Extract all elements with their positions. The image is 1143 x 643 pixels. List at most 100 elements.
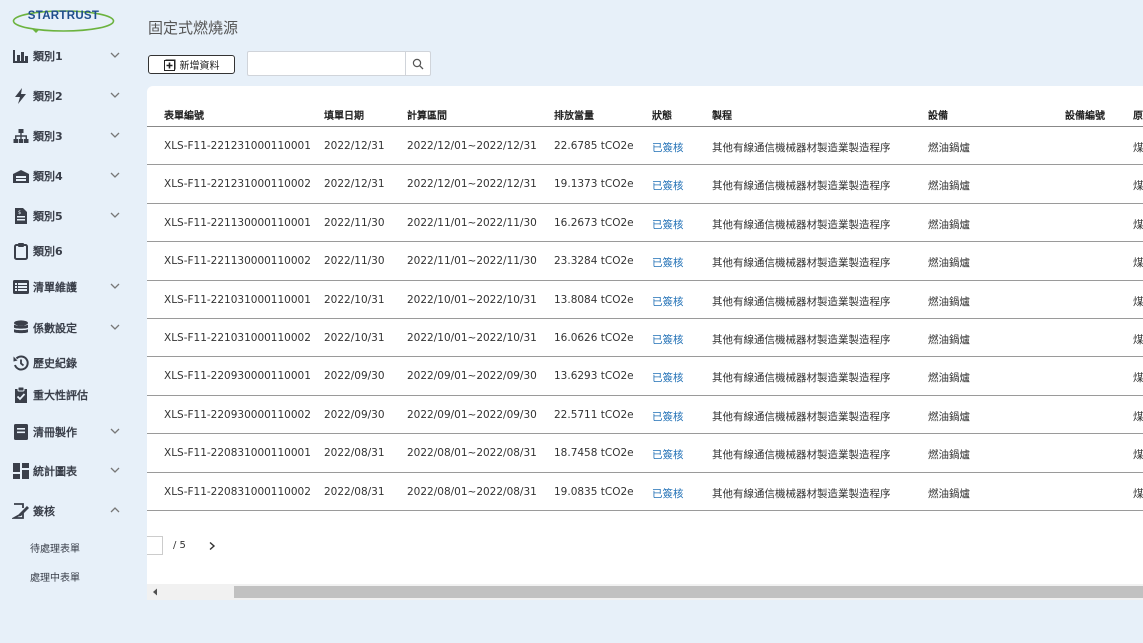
chevron-up-icon[interactable] xyxy=(110,505,120,515)
warehouse-icon xyxy=(12,167,30,185)
col-fill-date[interactable]: 填單日期 xyxy=(324,107,364,122)
cell-status[interactable]: 已簽核 xyxy=(652,486,684,501)
sidebar-item-3[interactable]: 類別3 xyxy=(12,124,130,148)
table-row[interactable]: XLS-F11-221130000110001 2022/11/30 2022/11… xyxy=(147,204,1143,243)
dashboard-icon xyxy=(12,462,30,480)
cell-source: 煤 xyxy=(1133,372,1143,385)
sidebar-item-label: 重大性評估 xyxy=(33,389,88,402)
table-row[interactable]: XLS-F11-221231000110002 2022/12/31 2022/12… xyxy=(147,165,1143,204)
chevron-down-icon[interactable] xyxy=(110,130,120,140)
cell-source: 煤 xyxy=(1133,449,1143,462)
scrollbar-thumb[interactable] xyxy=(234,586,1143,598)
cell-status[interactable]: 已簽核 xyxy=(652,294,684,309)
sidebar-item-label: 簽核 xyxy=(33,505,55,518)
cell-calc-period: 2022/12/01~2022/12/31 xyxy=(407,178,537,191)
book-icon xyxy=(12,423,30,441)
cell-form-number: XLS-F11-220831000110001 xyxy=(164,447,311,460)
table-row[interactable]: XLS-F11-220930000110002 2022/09/30 2022/09… xyxy=(147,396,1143,435)
col-process[interactable]: 製程 xyxy=(712,107,732,122)
startrust-logo[interactable]: STARTRUST xyxy=(12,8,115,34)
sidebar-item-label: 係數設定 xyxy=(33,322,77,335)
cell-equipment: 燃油鍋爐 xyxy=(928,295,970,308)
lightning-icon xyxy=(12,87,30,105)
cell-equipment: 燃油鍋爐 xyxy=(928,334,970,346)
chevron-down-icon[interactable] xyxy=(110,426,120,436)
col-equipment[interactable]: 設備 xyxy=(928,107,948,122)
sidebar-item-6[interactable]: 類別6 xyxy=(12,239,130,263)
sidebar-item-13[interactable]: 簽核 xyxy=(12,499,130,523)
cell-status[interactable]: 已簽核 xyxy=(652,332,684,347)
horizontal-scrollbar[interactable] xyxy=(147,584,1143,600)
sidebar-subitem-pending-forms[interactable]: 待處理表單 xyxy=(30,540,80,555)
col-form-number[interactable]: 表單編號 xyxy=(164,107,204,122)
cell-status[interactable]: 已簽核 xyxy=(652,255,684,270)
chevron-down-icon[interactable] xyxy=(110,50,120,60)
sidebar-item-9[interactable]: 歷史紀錄 xyxy=(12,351,130,375)
table-row[interactable]: XLS-F11-221031000110001 2022/10/31 2022/10… xyxy=(147,281,1143,319)
cell-form-number: XLS-F11-221031000110002 xyxy=(164,332,311,344)
cell-fill-date: 2022/09/30 xyxy=(324,408,385,421)
add-data-button[interactable]: 新增資料 xyxy=(148,55,235,74)
sidebar-item-2[interactable]: 類別2 xyxy=(12,84,130,108)
sidebar-item-1[interactable]: 類別1 xyxy=(12,44,130,68)
col-calc-period[interactable]: 計算區間 xyxy=(407,107,447,122)
cell-fill-date: 2022/12/31 xyxy=(324,178,385,191)
sidebar-item-10[interactable]: 重大性評估 xyxy=(12,383,130,407)
sidebar-item-8[interactable]: 係數設定 xyxy=(12,316,130,340)
cell-equipment: 燃油鍋爐 xyxy=(928,449,970,462)
cell-status[interactable]: 已簽核 xyxy=(652,409,684,424)
cell-calc-period: 2022/09/01~2022/09/30 xyxy=(407,408,537,421)
page-title: 固定式燃燒源 xyxy=(148,19,239,37)
chevron-down-icon[interactable] xyxy=(110,281,120,291)
cell-emission: 18.7458 tCO2e xyxy=(554,447,634,460)
table-row[interactable]: XLS-F11-221130000110002 2022/11/30 2022/11… xyxy=(147,242,1143,281)
add-data-label: 新增資料 xyxy=(179,61,220,72)
chevron-down-icon[interactable] xyxy=(110,322,120,332)
cell-status[interactable]: 已簽核 xyxy=(652,140,684,155)
cell-process: 其他有線通信機械器材製造業製造程序 xyxy=(712,142,891,154)
sidebar-item-label: 類別3 xyxy=(33,130,63,143)
table-row[interactable]: XLS-F11-220930000110001 2022/09/30 2022/09… xyxy=(147,357,1143,396)
search-icon xyxy=(412,58,424,69)
cell-emission: 19.0835 tCO2e xyxy=(554,485,634,498)
cell-calc-period: 2022/10/01~2022/10/31 xyxy=(407,332,537,344)
table-row[interactable]: XLS-F11-220831000110001 2022/08/31 2022/08… xyxy=(147,434,1143,473)
search-box xyxy=(247,51,431,76)
scroll-left-icon[interactable] xyxy=(151,588,159,596)
col-equipment-id[interactable]: 設備編號 xyxy=(1065,107,1105,122)
col-emission[interactable]: 排放當量 xyxy=(554,107,594,122)
cell-status[interactable]: 已簽核 xyxy=(652,447,684,462)
cell-process: 其他有線通信機械器材製造業製造程序 xyxy=(712,257,891,270)
history-icon xyxy=(12,354,30,372)
sidebar-item-12[interactable]: 統計圖表 xyxy=(12,459,130,483)
sidebar-subitem-processing-forms[interactable]: 處理中表單 xyxy=(30,569,80,584)
chevron-down-icon[interactable] xyxy=(110,210,120,220)
cell-equipment: 燃油鍋爐 xyxy=(928,487,970,500)
table-row[interactable]: XLS-F11-221231000110001 2022/12/31 2022/12… xyxy=(147,127,1143,166)
file-invoice-icon: $ xyxy=(12,207,30,225)
chevron-down-icon[interactable] xyxy=(110,90,120,100)
cell-status[interactable]: 已簽核 xyxy=(652,217,684,232)
chevron-down-icon[interactable] xyxy=(110,465,120,475)
cell-form-number: XLS-F11-220930000110002 xyxy=(164,408,311,421)
sidebar-item-5[interactable]: $ 類別5 xyxy=(12,204,130,228)
cell-status[interactable]: 已簽核 xyxy=(652,370,684,385)
search-button[interactable] xyxy=(405,52,430,75)
sidebar-item-4[interactable]: 類別4 xyxy=(12,164,130,188)
cell-status[interactable]: 已簽核 xyxy=(652,178,684,193)
sidebar-item-label: 統計圖表 xyxy=(33,465,77,478)
sidebar-item-11[interactable]: 清冊製作 xyxy=(12,420,130,444)
col-status[interactable]: 狀態 xyxy=(652,107,672,122)
sitemap-icon xyxy=(12,127,30,145)
table-row[interactable]: XLS-F11-221031000110002 2022/10/31 2022/10… xyxy=(147,319,1143,358)
sidebar-item-label: 清冊製作 xyxy=(33,426,77,439)
page-number-input[interactable] xyxy=(147,536,163,555)
col-source[interactable]: 原 xyxy=(1133,107,1143,122)
next-page-icon[interactable] xyxy=(207,541,217,551)
table-row[interactable]: XLS-F11-220831000110002 2022/08/31 2022/08… xyxy=(147,473,1143,511)
search-input[interactable] xyxy=(248,52,405,75)
cell-source: 煤 xyxy=(1133,142,1143,154)
chevron-down-icon[interactable] xyxy=(110,170,120,180)
cell-process: 其他有線通信機械器材製造業製造程序 xyxy=(712,372,891,385)
sidebar-item-7[interactable]: 清單維護 xyxy=(12,275,130,299)
